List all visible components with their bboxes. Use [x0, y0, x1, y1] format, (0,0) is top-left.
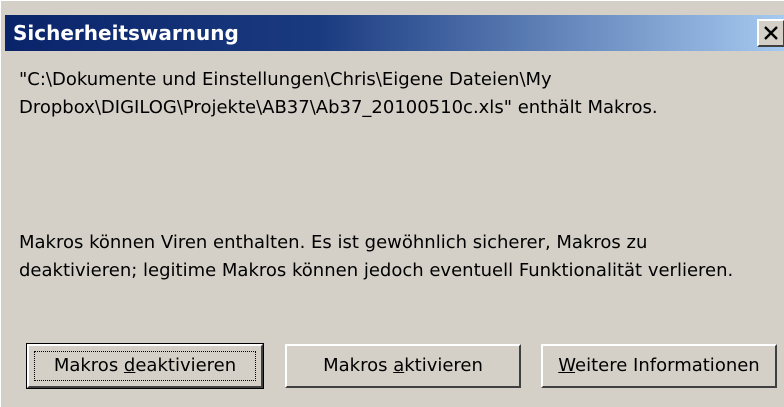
warning-line: Makros können Viren enthalten. Es ist ge… [19, 232, 648, 253]
dialog-title: Sicherheitswarnung [13, 21, 239, 45]
security-warning-dialog: Sicherheitswarnung "C:\Dokumente und Ein… [0, 0, 784, 407]
button-label: Makros aktivieren [323, 355, 483, 376]
disable-macros-button[interactable]: Makros deaktivieren [26, 343, 264, 389]
message-line: "C:\Dokumente und Einstellungen\Chris\Ei… [19, 69, 552, 90]
message-line: Dropbox\DIGILOG\Projekte\AB37\Ab37_20100… [19, 97, 658, 118]
title-bar[interactable]: Sicherheitswarnung [5, 15, 784, 51]
more-information-button[interactable]: Weitere Informationen [541, 344, 777, 388]
enable-macros-button[interactable]: Makros aktivieren [285, 344, 521, 388]
close-button[interactable] [757, 19, 784, 47]
button-label: Weitere Informationen [558, 355, 760, 376]
warning-line: deaktivieren; legitime Makros können jed… [19, 260, 734, 281]
button-label: Makros deaktivieren [53, 355, 237, 376]
macro-warning-text: Makros können Viren enthalten. Es ist ge… [19, 229, 733, 285]
file-path-message: "C:\Dokumente und Einstellungen\Chris\Ei… [19, 66, 658, 122]
close-icon [764, 26, 778, 40]
